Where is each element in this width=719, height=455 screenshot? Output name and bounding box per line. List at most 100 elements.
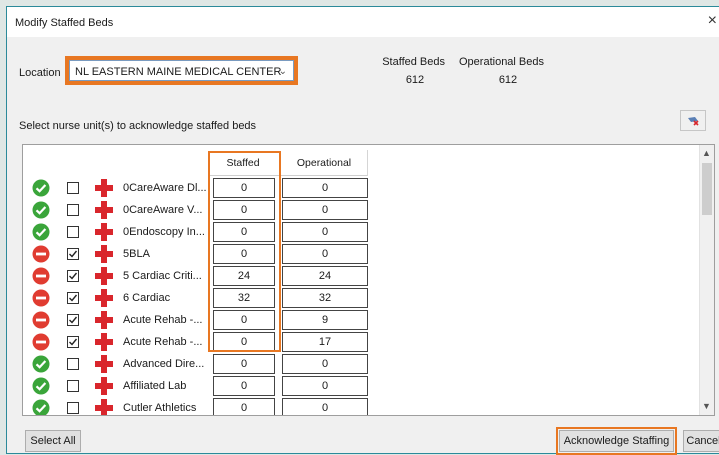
clear-filter-button[interactable] xyxy=(680,110,706,131)
table-row[interactable]: 6 Cardiac 32 32 xyxy=(23,287,701,309)
staffed-input[interactable]: 0 xyxy=(213,178,275,198)
operational-input[interactable]: 0 xyxy=(282,376,368,396)
check-circle-icon xyxy=(32,377,50,395)
table-row[interactable]: 5BLA 0 0 xyxy=(23,243,701,265)
staffed-input[interactable]: 0 xyxy=(213,354,275,374)
unit-name: Affiliated Lab xyxy=(123,380,187,392)
staffed-input[interactable]: 0 xyxy=(213,244,275,264)
medical-cross-icon xyxy=(94,354,114,374)
row-checkbox[interactable] xyxy=(67,402,79,414)
operational-input[interactable]: 0 xyxy=(282,200,368,220)
select-all-button[interactable]: Select All xyxy=(25,430,81,452)
operational-input[interactable]: 0 xyxy=(282,354,368,374)
row-checkbox[interactable] xyxy=(67,358,79,370)
scroll-up-icon[interactable]: ▲ xyxy=(702,148,711,158)
check-circle-icon xyxy=(32,179,50,197)
staffed-input[interactable]: 0 xyxy=(213,200,275,220)
unit-name: Acute Rehab -... xyxy=(123,314,203,326)
unit-name: 0CareAware V... xyxy=(123,204,203,216)
title-bar: Modify Staffed Beds × xyxy=(7,7,719,37)
table-row[interactable]: Acute Rehab -... 0 9 xyxy=(23,309,701,331)
unit-name: 6 Cardiac xyxy=(123,292,171,304)
row-checkbox[interactable] xyxy=(67,380,79,392)
operational-input[interactable]: 0 xyxy=(282,222,368,242)
unit-name: Cutler Athletics xyxy=(123,402,197,414)
row-checkbox[interactable] xyxy=(67,204,79,216)
check-circle-icon xyxy=(32,201,50,219)
stop-circle-icon xyxy=(32,333,50,351)
medical-cross-icon xyxy=(94,288,114,308)
staffed-input[interactable]: 0 xyxy=(213,332,275,352)
location-dropdown[interactable]: NL EASTERN MAINE MEDICAL CENTER ⌄ xyxy=(65,56,298,85)
table-row[interactable]: 5 Cardiac Criti... 24 24 xyxy=(23,265,701,287)
medical-cross-icon xyxy=(94,178,114,198)
chevron-down-icon: ⌄ xyxy=(278,66,287,77)
row-checkbox[interactable] xyxy=(67,292,79,304)
table-row[interactable]: Affiliated Lab 0 0 xyxy=(23,375,701,397)
table-row[interactable]: 0Endoscopy In... 0 0 xyxy=(23,221,701,243)
medical-cross-icon xyxy=(94,332,114,352)
header-column-divider xyxy=(367,150,368,176)
staffed-input[interactable]: 0 xyxy=(213,398,275,415)
vertical-scrollbar[interactable]: ▲ ▼ xyxy=(699,145,714,415)
unit-name: 0Endoscopy In... xyxy=(123,226,205,238)
column-header-staffed[interactable]: Staffed xyxy=(212,157,274,169)
nurse-units-grid: Staffed Operational 0CareAware Dl... 0 0 0C… xyxy=(22,144,715,416)
header-divider xyxy=(208,175,368,176)
medical-cross-icon xyxy=(94,310,114,330)
medical-cross-icon xyxy=(94,376,114,396)
close-icon[interactable]: × xyxy=(708,12,717,30)
staffed-input[interactable]: 0 xyxy=(213,222,275,242)
operational-input[interactable]: 32 xyxy=(282,288,368,308)
staffed-input[interactable]: 0 xyxy=(213,376,275,396)
row-checkbox[interactable] xyxy=(67,226,79,238)
operational-input[interactable]: 0 xyxy=(282,244,368,264)
unit-name: Advanced Dire... xyxy=(123,358,205,370)
row-checkbox[interactable] xyxy=(67,248,79,260)
operational-input[interactable]: 0 xyxy=(282,398,368,415)
medical-cross-icon xyxy=(94,266,114,286)
select-units-prompt: Select nurse unit(s) to acknowledge staf… xyxy=(19,120,257,132)
operational-input[interactable]: 0 xyxy=(282,178,368,198)
row-checkbox[interactable] xyxy=(67,314,79,326)
row-checkbox[interactable] xyxy=(67,182,79,194)
stop-circle-icon xyxy=(32,245,50,263)
scrollbar-thumb[interactable] xyxy=(702,163,712,215)
staffed-beds-label: Staffed Beds xyxy=(382,56,445,68)
operational-beds-value: 612 xyxy=(498,74,518,86)
medical-cross-icon xyxy=(94,398,114,415)
dialog-title: Modify Staffed Beds xyxy=(15,17,114,29)
grid-content: Staffed Operational 0CareAware Dl... 0 0 0C… xyxy=(23,145,701,415)
operational-input[interactable]: 24 xyxy=(282,266,368,286)
unit-name: Acute Rehab -... xyxy=(123,336,203,348)
location-label: Location xyxy=(19,67,61,79)
column-header-operational[interactable]: Operational xyxy=(281,157,367,169)
stop-circle-icon xyxy=(32,289,50,307)
eraser-icon xyxy=(688,117,699,126)
staffed-input[interactable]: 24 xyxy=(213,266,275,286)
table-row[interactable]: Advanced Dire... 0 0 xyxy=(23,353,701,375)
operational-input[interactable]: 9 xyxy=(282,310,368,330)
row-checkbox[interactable] xyxy=(67,270,79,282)
acknowledge-highlight: Acknowledge Staffing xyxy=(556,427,677,455)
table-row[interactable]: Cutler Athletics 0 0 xyxy=(23,397,701,415)
row-checkbox[interactable] xyxy=(67,336,79,348)
medical-cross-icon xyxy=(94,222,114,242)
scroll-down-icon[interactable]: ▼ xyxy=(702,401,711,411)
check-circle-icon xyxy=(32,223,50,241)
stop-circle-icon xyxy=(32,267,50,285)
acknowledge-staffing-button[interactable]: Acknowledge Staffing xyxy=(559,430,674,452)
operational-beds-label: Operational Beds xyxy=(459,56,544,68)
table-row[interactable]: Acute Rehab -... 0 17 xyxy=(23,331,701,353)
table-row[interactable]: 0CareAware Dl... 0 0 xyxy=(23,177,701,199)
cancel-button[interactable]: Cancel xyxy=(683,430,719,452)
staffed-input[interactable]: 0 xyxy=(213,310,275,330)
table-row[interactable]: 0CareAware V... 0 0 xyxy=(23,199,701,221)
unit-name: 0CareAware Dl... xyxy=(123,182,207,194)
modify-staffed-beds-dialog: Modify Staffed Beds × Location NL EASTER… xyxy=(6,6,719,455)
unit-name: 5 Cardiac Criti... xyxy=(123,270,202,282)
operational-input[interactable]: 17 xyxy=(282,332,368,352)
medical-cross-icon xyxy=(94,244,114,264)
stop-circle-icon xyxy=(32,311,50,329)
staffed-input[interactable]: 32 xyxy=(213,288,275,308)
